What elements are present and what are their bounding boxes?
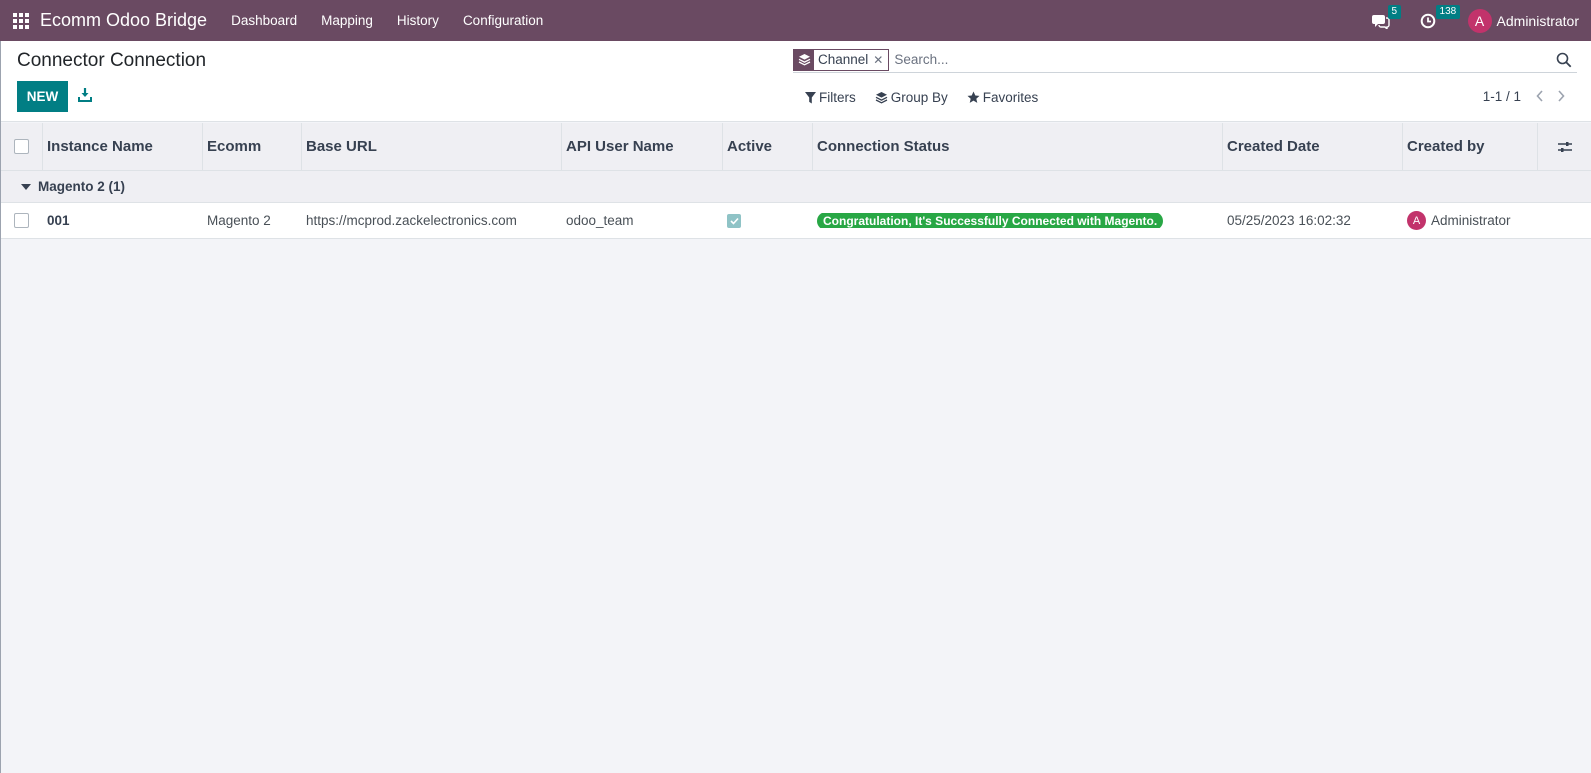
cell-active <box>723 213 813 228</box>
top-navbar: Ecomm Odoo Bridge Dashboard Mapping Hist… <box>0 0 1591 41</box>
facet-remove-icon[interactable]: ✕ <box>873 53 888 67</box>
facet-label: Channel <box>818 52 869 67</box>
control-panel: Connector Connection NEW Channel ✕ Searc… <box>0 41 1591 122</box>
avatar: A <box>1407 211 1426 230</box>
chevron-right-icon[interactable] <box>1556 89 1566 103</box>
search-facet[interactable]: Channel ✕ <box>793 48 890 71</box>
group-by-button[interactable]: Group By <box>875 90 948 105</box>
status-badge: Congratulation, It's Successfully Connec… <box>817 213 1164 228</box>
layers-icon <box>875 92 888 104</box>
cell-created-date: 05/25/2023 16:02:32 <box>1227 213 1351 228</box>
group-label: Magento 2 (1) <box>38 179 126 194</box>
group-by-label: Group By <box>890 90 948 105</box>
apps-menu-icon[interactable] <box>13 12 29 29</box>
favorites-label: Favorites <box>982 90 1039 105</box>
messages-count-badge: 5 <box>1387 4 1402 19</box>
cell-instance-name: 001 <box>47 213 70 228</box>
table-header: Instance Name Ecomm Base URL API User Na… <box>0 122 1591 171</box>
column-api-user-name[interactable]: API User Name <box>562 122 723 171</box>
sliders-icon <box>1557 141 1572 152</box>
column-created-date[interactable]: Created Date <box>1223 122 1403 171</box>
cell-created-by: A Administrator <box>1403 211 1538 230</box>
user-avatar[interactable]: A <box>1467 8 1492 33</box>
search-options: Filters Group By Favorites <box>805 90 1057 105</box>
menu-history[interactable]: History <box>397 13 439 28</box>
clock-icon <box>1420 13 1435 28</box>
list-view: Instance Name Ecomm Base URL API User Na… <box>0 122 1591 239</box>
activities-button[interactable]: 138 <box>1420 4 1461 31</box>
search-input[interactable] <box>894 52 1555 67</box>
search-bar: Channel ✕ <box>793 47 1577 73</box>
active-checkbox[interactable] <box>727 213 741 228</box>
layers-icon <box>794 49 814 70</box>
new-button[interactable]: NEW <box>17 81 68 112</box>
column-ecomm[interactable]: Ecomm <box>203 122 302 171</box>
row-checkbox[interactable] <box>14 213 29 228</box>
app-name[interactable]: Ecomm Odoo Bridge <box>40 10 207 31</box>
check-icon <box>729 217 739 225</box>
select-all-cell <box>0 122 43 171</box>
column-connection-status[interactable]: Connection Status <box>813 122 1223 171</box>
filters-button[interactable]: Filters <box>805 90 856 105</box>
window-border <box>0 41 1 773</box>
column-instance-name[interactable]: Instance Name <box>43 122 203 171</box>
cell-api-user-name: odoo_team <box>566 213 634 228</box>
cell-base-url: https://mcprod.zackelectronics.com <box>306 213 517 228</box>
menu-configuration[interactable]: Configuration <box>463 13 543 28</box>
table-row[interactable]: 001 Magento 2 https://mcprod.zackelectro… <box>0 203 1591 239</box>
row-select-cell <box>0 213 43 228</box>
menu-mapping[interactable]: Mapping <box>321 13 373 28</box>
select-all-checkbox[interactable] <box>13 139 29 154</box>
pager-value[interactable]: 1-1 / 1 <box>1483 89 1521 104</box>
column-created-by[interactable]: Created by <box>1403 122 1538 171</box>
cell-connection-status: Congratulation, It's Successfully Connec… <box>813 213 1223 228</box>
column-active[interactable]: Active <box>723 122 813 171</box>
optional-columns-toggle[interactable] <box>1538 123 1591 171</box>
caret-down-icon <box>21 183 31 190</box>
star-icon <box>967 91 980 103</box>
filters-label: Filters <box>819 90 856 105</box>
column-base-url[interactable]: Base URL <box>302 122 562 171</box>
download-icon[interactable] <box>76 86 94 104</box>
menu-dashboard[interactable]: Dashboard <box>231 13 297 28</box>
chat-bubbles-icon <box>1371 14 1390 29</box>
filter-icon <box>805 91 816 103</box>
group-row-magento-2[interactable]: Magento 2 (1) <box>0 171 1591 203</box>
chevron-left-icon[interactable] <box>1535 89 1545 103</box>
search-icon[interactable] <box>1555 51 1573 69</box>
activities-count-badge: 138 <box>1435 4 1461 19</box>
created-by-name: Administrator <box>1431 213 1511 228</box>
user-menu[interactable]: Administrator <box>1497 13 1579 29</box>
messages-button[interactable]: 5 <box>1371 4 1402 31</box>
page-title: Connector Connection <box>17 50 207 71</box>
cell-ecomm: Magento 2 <box>207 213 271 228</box>
favorites-button[interactable]: Favorites <box>967 90 1039 105</box>
